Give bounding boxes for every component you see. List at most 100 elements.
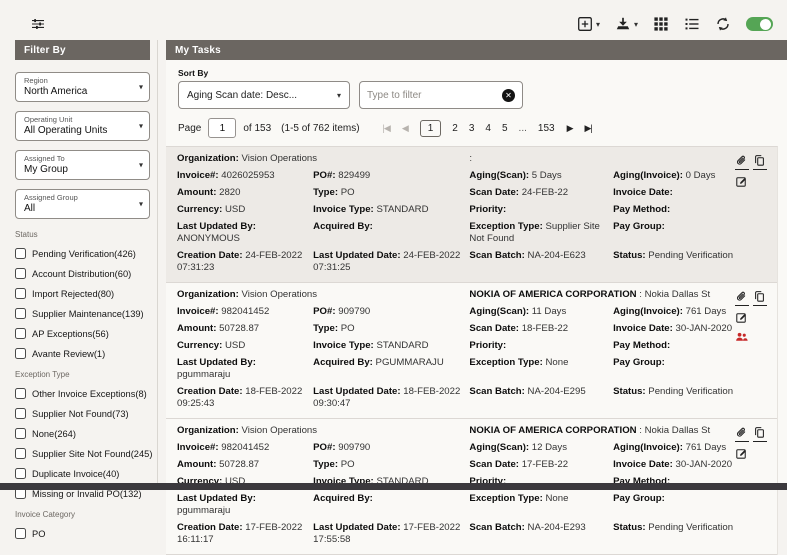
supplier-name: NOKIA OF AMERICA CORPORATION [469,425,636,436]
prev-page-icon[interactable]: ◀ [402,123,408,134]
edit-icon[interactable] [735,311,749,325]
field-label: Pay Method: [613,340,670,351]
checkbox-icon[interactable] [15,408,26,419]
field-value: 24-FEB-22 [522,187,568,198]
checkbox-icon[interactable] [15,388,26,399]
filter-input[interactable] [367,90,502,101]
filter-checkbox-item[interactable]: Pending Verification(426) [15,248,150,259]
field-value: 4026025953 [221,170,274,181]
refresh-icon[interactable] [715,16,731,32]
card-field: Exception Type: None [469,493,605,517]
list-view-icon[interactable] [684,16,700,32]
chevron-down-icon[interactable]: ▾ [634,20,638,29]
edit-icon[interactable] [735,175,749,189]
attachment-icon[interactable] [735,154,749,170]
last-page-icon[interactable]: ▶| [585,123,592,134]
field-label: Creation Date: [177,250,243,261]
list-toggle[interactable] [746,17,773,31]
card-field: Invoice Type: STANDARD [313,204,461,216]
copy-icon[interactable] [753,290,767,306]
card-field: Last Updated By: pgummaraju [177,357,305,381]
field-label: Last Updated By: [177,357,256,368]
filter-checkbox-item[interactable]: PO [15,528,150,539]
copy-icon[interactable] [753,154,767,170]
page-number[interactable]: 153 [538,123,555,134]
filter-checkbox-item[interactable]: Other Invoice Exceptions(8) [15,388,150,399]
field-label: Pay Method: [613,204,670,215]
filter-checkbox-item[interactable]: Avante Review(1) [15,348,150,359]
filter-checkbox-item[interactable]: Account Distribution(60) [15,268,150,279]
field-label: Currency: [177,204,222,215]
filter-checkbox-item[interactable]: Duplicate Invoice(40) [15,468,150,479]
checkbox-icon[interactable] [15,268,26,279]
checkbox-icon[interactable] [15,328,26,339]
add-window-icon[interactable] [577,16,593,32]
attachment-icon[interactable] [735,426,749,442]
checkbox-label: Supplier Site Not Found(245) [32,449,152,459]
field-label: Scan Batch: [469,386,524,397]
attachment-icon[interactable] [735,290,749,306]
field-label: Type: [313,323,338,334]
edit-icon[interactable] [735,447,749,461]
filter-checkbox-item[interactable]: Supplier Maintenance(139) [15,308,150,319]
checkbox-icon[interactable] [15,308,26,319]
toolbar-grid-view [653,16,669,32]
acquired-users-icon[interactable] [735,330,749,344]
filter-dropdown[interactable]: RegionNorth America▾ [15,72,150,102]
card-field: Type: PO [313,323,461,335]
card-field: Creation Date: 18-FEB-2022 09:25:43 [177,386,305,410]
field-label: Creation Date: [177,386,243,397]
sort-by-label: Sort By [178,68,775,78]
card-field: Scan Batch: NA-204-E623 [469,250,605,274]
page-input[interactable] [208,118,236,138]
filter-checkbox-item[interactable]: Supplier Site Not Found(245) [15,448,150,459]
field-value: 18-FEB-22 [522,323,568,334]
filter-checkbox-item[interactable]: AP Exceptions(56) [15,328,150,339]
field-value: 829499 [338,170,370,181]
field-label: Last Updated Date: [313,522,400,533]
next-page-icon[interactable]: ▶ [567,123,573,134]
field-value: Pending Verification [648,522,733,533]
checkbox-icon[interactable] [15,288,26,299]
first-page-icon[interactable]: |◀ [383,123,390,134]
page-label: Page [178,123,201,134]
checkbox-icon[interactable] [15,448,26,459]
field-value: ANONYMOUS [177,233,240,244]
checkbox-label: Duplicate Invoice(40) [32,469,119,479]
checkbox-icon[interactable] [15,468,26,479]
organization: Organization: Vision Operations [177,153,461,165]
copy-icon[interactable] [753,426,767,442]
checkbox-icon[interactable] [15,348,26,359]
task-card[interactable]: Organization: Vision OperationsNOKIA OF … [166,283,777,419]
checkbox-icon[interactable] [15,528,26,539]
filter-checkbox-item[interactable]: None(264) [15,428,150,439]
field-label: Last Updated By: [177,493,256,504]
download-icon[interactable] [615,16,631,32]
page-number[interactable]: 3 [469,123,475,134]
card-field: Invoice Type: STANDARD [313,340,461,352]
filter-checkbox-item[interactable]: Import Rejected(80) [15,288,150,299]
sliders-icon[interactable] [30,16,46,32]
checkbox-icon[interactable] [15,248,26,259]
field-value: Pending Verification [648,250,733,261]
field-label: Scan Date: [469,459,519,470]
page-number[interactable]: 1 [420,120,442,137]
organization-label: Organization: [177,425,239,436]
chevron-down-icon[interactable]: ▾ [596,20,600,29]
filter-dropdown[interactable]: Assigned ToMy Group▾ [15,150,150,180]
clear-filter-icon[interactable]: ✕ [502,89,515,102]
filter-dropdown[interactable]: Operating UnitAll Operating Units▾ [15,111,150,141]
filter-checkbox-item[interactable]: Supplier Not Found(73) [15,408,150,419]
page-number[interactable]: 4 [485,123,491,134]
page-number[interactable]: 5 [502,123,508,134]
filter-dropdown[interactable]: Assigned GroupAll▾ [15,189,150,219]
checkbox-icon[interactable] [15,428,26,439]
page-number[interactable]: 2 [452,123,458,134]
sort-select[interactable]: Aging Scan date: Desc... ▾ [178,81,350,109]
field-label: Type: [313,187,338,198]
grid-view-icon[interactable] [653,16,669,32]
dropdown-label: Assigned To [24,154,131,163]
task-card[interactable]: Organization: Vision Operations :Invoice… [166,147,777,283]
field-label: Invoice Date: [613,323,673,334]
checkbox-label: Avante Review(1) [32,349,105,359]
